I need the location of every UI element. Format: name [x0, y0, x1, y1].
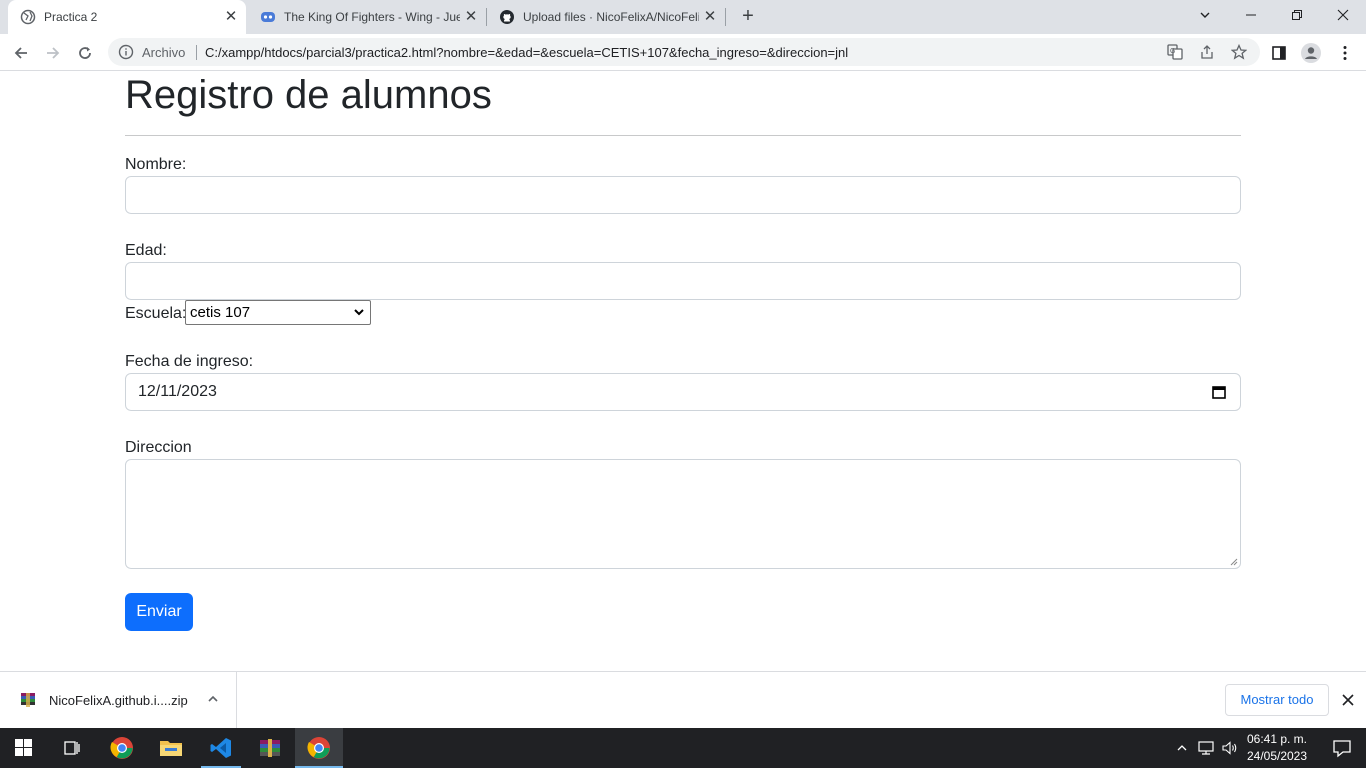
start-button[interactable] [0, 728, 48, 768]
notification-icon [1333, 740, 1351, 758]
tab-separator [725, 8, 726, 26]
notifications-button[interactable] [1318, 728, 1366, 768]
calendar-icon[interactable] [1212, 385, 1226, 399]
resize-grip-icon[interactable] [1229, 557, 1238, 566]
task-view-icon [64, 741, 80, 755]
reload-icon [79, 47, 91, 59]
chrome-icon [307, 737, 330, 759]
chevron-down-icon [354, 309, 364, 316]
fecha-ingreso-value: 12/11/2023 [138, 383, 217, 400]
svg-text:G: G [1170, 48, 1175, 55]
profile-avatar-icon[interactable] [1300, 42, 1322, 64]
windows-taskbar: 06:41 p. m. 24/05/2023 [0, 728, 1366, 768]
taskbar-chrome-active-icon[interactable] [295, 728, 343, 768]
tab-search-button[interactable] [1182, 0, 1228, 30]
translate-icon[interactable]: G [1166, 43, 1184, 61]
more-menu-icon[interactable] [1334, 42, 1356, 64]
edad-label: Edad: [125, 242, 167, 259]
taskbar-winrar-icon[interactable] [246, 728, 294, 768]
tab-title: Practica 2 [44, 10, 98, 24]
winrar-icon [260, 739, 280, 757]
tab-title: Upload files · NicoFelixA/NicoFeli [523, 10, 699, 24]
title-divider [125, 135, 1241, 136]
tab-practica-2[interactable]: Practica 2 ✕ [8, 0, 246, 34]
github-icon [500, 10, 514, 24]
edad-input[interactable] [125, 262, 1241, 300]
taskbar-chrome-icon[interactable] [98, 728, 146, 768]
new-tab-button[interactable]: + [737, 6, 759, 28]
chrome-icon [110, 737, 133, 759]
escuela-label: Escuela: [125, 305, 187, 322]
browser-toolbar: Archivo C:/xampp/htdocs/parcial3/practic… [0, 34, 1366, 71]
reload-button[interactable] [72, 40, 98, 66]
folder-icon [160, 741, 182, 756]
chevron-up-icon[interactable] [204, 690, 222, 708]
enviar-button[interactable]: Enviar [125, 593, 193, 631]
page-title: Registro de alumnos [125, 73, 492, 117]
download-item[interactable]: NicoFelixA.github.i....zip [0, 672, 237, 729]
url-scheme-label: Archivo [142, 45, 186, 60]
clock-date: 24/05/2023 [1246, 749, 1308, 763]
omnibox-divider [196, 45, 197, 60]
close-tab-icon[interactable]: ✕ [701, 8, 719, 26]
globe-icon [20, 9, 36, 25]
nombre-input[interactable] [125, 176, 1241, 214]
game-controller-icon [261, 12, 275, 22]
taskbar-file-explorer-icon[interactable] [147, 728, 195, 768]
minimize-icon [1246, 14, 1256, 16]
chevron-up-icon[interactable] [1176, 742, 1188, 754]
back-arrow-icon [14, 47, 27, 59]
download-file-name: NicoFelixA.github.i....zip [49, 693, 188, 708]
escuela-select[interactable]: cetis 107 [185, 300, 371, 325]
page-content: Registro de alumnos Nombre: Edad: Escuel… [0, 71, 1366, 671]
windows-logo-icon [15, 739, 32, 756]
tab-strip: Practica 2 ✕ The King Of Fighters - Wing… [0, 0, 1366, 34]
escuela-selected-value: cetis 107 [190, 304, 251, 321]
bookmark-star-icon[interactable] [1230, 43, 1248, 61]
tab-title: The King Of Fighters - Wing - Jue [284, 10, 460, 24]
archive-file-icon [21, 693, 35, 707]
restore-icon [1292, 10, 1302, 20]
taskbar-clock[interactable]: 06:41 p. m. 24/05/2023 [1236, 731, 1318, 765]
network-icon[interactable] [1198, 741, 1214, 755]
url-text[interactable]: C:/xampp/htdocs/parcial3/practica2.html?… [205, 45, 848, 60]
nombre-label: Nombre: [125, 156, 187, 173]
minimize-button[interactable] [1228, 0, 1274, 30]
close-tab-icon[interactable]: ✕ [222, 8, 240, 26]
tab-king-of-fighters[interactable]: The King Of Fighters - Wing - Jue ✕ [248, 0, 486, 34]
clock-time: 06:41 p. m. [1246, 732, 1308, 746]
show-all-downloads-button[interactable]: Mostrar todo [1225, 684, 1329, 716]
taskbar-vscode-icon[interactable] [197, 728, 245, 768]
direccion-textarea[interactable] [125, 459, 1241, 569]
task-view-button[interactable] [48, 728, 96, 768]
close-window-button[interactable] [1320, 0, 1366, 30]
side-panel-icon[interactable] [1268, 42, 1290, 64]
address-bar[interactable]: Archivo C:/xampp/htdocs/parcial3/practic… [108, 38, 1260, 66]
close-tab-icon[interactable]: ✕ [462, 8, 480, 26]
close-icon [1337, 9, 1349, 21]
direccion-label: Direccion [125, 439, 192, 456]
fecha-ingreso-label: Fecha de ingreso: [125, 353, 254, 370]
fecha-ingreso-input[interactable]: 12/11/2023 [125, 373, 1241, 411]
system-tray [1170, 728, 1240, 768]
download-bar: NicoFelixA.github.i....zip Mostrar todo [0, 671, 1366, 729]
tab-upload-files[interactable]: Upload files · NicoFelixA/NicoFeli ✕ [487, 0, 725, 34]
vscode-icon [210, 738, 231, 758]
forward-button[interactable] [40, 40, 66, 66]
chevron-down-icon [1200, 12, 1210, 18]
close-download-bar-icon[interactable] [1337, 689, 1359, 711]
share-icon[interactable] [1198, 43, 1216, 61]
forward-arrow-icon [47, 47, 60, 59]
info-icon[interactable] [118, 44, 134, 60]
back-button[interactable] [8, 40, 34, 66]
restore-button[interactable] [1274, 0, 1320, 30]
